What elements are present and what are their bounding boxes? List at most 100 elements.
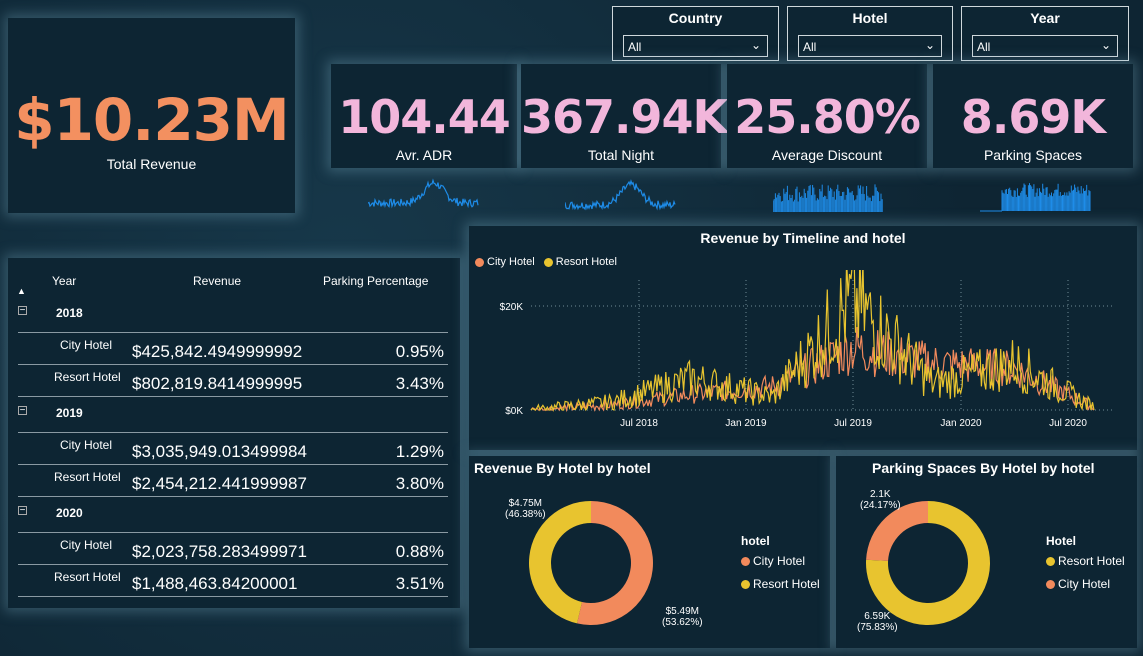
expand-collapse-icon[interactable]: − xyxy=(18,406,27,416)
parking-donut-panel: Parking Spaces By Hotel by hotel 2.1K (2… xyxy=(836,456,1137,648)
kpi-parking-value: 8.69K xyxy=(960,90,1106,144)
table-group-row[interactable]: −2020 xyxy=(18,498,448,530)
chevron-down-icon: ⌄ xyxy=(1100,38,1111,52)
revenue-donut-panel: Revenue By Hotel by hotel $4.75M (46.38%… xyxy=(469,456,830,648)
table-group-row[interactable]: −2018 xyxy=(18,298,448,330)
kpi-parking-label: Parking Spaces xyxy=(983,147,1083,163)
expand-collapse-icon[interactable]: − xyxy=(18,506,27,516)
sparkline-discount xyxy=(773,184,883,212)
parking-label-city: 2.1K (24.17%) xyxy=(860,489,901,511)
row-divider xyxy=(18,532,448,533)
legend-city-label[interactable]: City Hotel xyxy=(487,256,535,268)
kpi-discount-label: Average Discount xyxy=(771,147,883,163)
table-row[interactable]: Resort Hotel $802,819.8414999995 3.43% xyxy=(18,366,448,398)
revenue-label-resort-value: $4.75M xyxy=(508,498,542,509)
x-tick-label: Jul 2018 xyxy=(620,418,658,429)
series-line-city-hotel xyxy=(530,327,1095,413)
year-slicer[interactable]: Year All ⌄ xyxy=(961,6,1129,61)
revenue-legend-resort[interactable]: Resort Hotel xyxy=(753,577,820,591)
parking-label-resort-value: 6.59K xyxy=(864,611,891,622)
row-divider xyxy=(18,332,448,333)
legend-dot-city xyxy=(741,557,750,567)
parking-donut-title: Parking Spaces By Hotel by hotel xyxy=(872,460,1095,476)
legend-resort-label[interactable]: Resort Hotel xyxy=(556,256,617,268)
table-row[interactable]: City Hotel $3,035,949.013499984 1.29% xyxy=(18,434,448,466)
revenue-donut-title: Revenue By Hotel by hotel xyxy=(474,460,651,476)
row-divider xyxy=(18,364,448,365)
revenue-table-body: −2018 City Hotel $425,842.4949999992 0.95% R… xyxy=(8,258,460,608)
table-row[interactable]: City Hotel $2,023,758.283499971 0.88% xyxy=(18,534,448,566)
year-dropdown[interactable]: All ⌄ xyxy=(972,35,1118,57)
timeline-legend: City Hotel Resort Hotel xyxy=(475,256,617,268)
chevron-down-icon: ⌄ xyxy=(750,38,761,52)
revenue-donut-chart xyxy=(529,501,653,625)
x-tick-label: Jul 2019 xyxy=(834,418,872,429)
table-row[interactable]: City Hotel $425,842.4949999992 0.95% xyxy=(18,334,448,366)
expand-collapse-icon[interactable]: − xyxy=(18,306,27,316)
revenue-label-resort: $4.75M (46.38%) xyxy=(505,498,546,520)
row-divider xyxy=(18,396,448,397)
kpi-card-adr: 104.44 Avr. ADR xyxy=(331,64,517,168)
table-row[interactable]: Resort Hotel $1,488,463.84200001 3.51% xyxy=(18,566,448,598)
kpi-adr-label: Avr. ADR xyxy=(395,147,453,163)
timeline-chart: $20K $0K Jul 2018 Jan 2019 Jul 2019 Jan 2020 J… xyxy=(500,270,1114,429)
table-row[interactable]: Resort Hotel $2,454,212.441999987 3.80% xyxy=(18,466,448,498)
table-cell-hotel: Resort Hotel xyxy=(54,570,121,584)
legend-dot-resort xyxy=(741,580,750,590)
legend-dot-resort xyxy=(543,257,553,267)
kpi-discount-value: 25.80% xyxy=(734,90,921,144)
parking-donut-legend: Hotel Resort Hotel City Hotel xyxy=(1046,534,1125,591)
row-divider xyxy=(18,596,448,597)
legend-dot-city xyxy=(475,257,484,267)
country-slicer[interactable]: Country All ⌄ xyxy=(612,6,779,61)
kpi-card-parking: 8.69K Parking Spaces xyxy=(933,64,1133,168)
row-divider xyxy=(18,496,448,497)
kpi-card-nights: 367.94K Total Night xyxy=(521,64,728,168)
kpi-nights-label: Total Night xyxy=(587,147,655,163)
kpi-adr-value: 104.44 xyxy=(338,90,511,144)
parking-legend-resort[interactable]: Resort Hotel xyxy=(1058,554,1125,568)
kpi-nights-value: 367.94K xyxy=(521,90,728,144)
revenue-label-resort-pct: (46.38%) xyxy=(505,509,546,520)
row-divider xyxy=(18,432,448,433)
row-divider xyxy=(18,464,448,465)
revenue-donut-legend: hotel City Hotel Resort Hotel xyxy=(741,534,820,591)
parking-label-resort: 6.59K (75.83%) xyxy=(857,611,898,633)
year-slicer-title: Year xyxy=(1030,10,1060,26)
total-revenue-label: Total Revenue xyxy=(106,156,197,172)
table-group-row[interactable]: −2019 xyxy=(18,398,448,430)
sparkline-nights xyxy=(565,179,676,211)
country-dropdown[interactable]: All ⌄ xyxy=(623,35,768,57)
table-cell-parking: 3.51% xyxy=(395,574,444,593)
parking-legend-city[interactable]: City Hotel xyxy=(1058,577,1110,591)
hotel-slicer[interactable]: Hotel All ⌄ xyxy=(787,6,953,61)
sparkline-adr xyxy=(368,178,479,209)
country-dropdown-value: All xyxy=(628,40,642,54)
parking-label-city-value: 2.1K xyxy=(870,489,891,500)
revenue-legend-city[interactable]: City Hotel xyxy=(753,554,805,568)
revenue-label-city: $5.49M (53.62%) xyxy=(662,606,703,628)
sparkline-parking xyxy=(980,183,1091,212)
hotel-slicer-title: Hotel xyxy=(852,10,888,26)
timeline-title: Revenue by Timeline and hotel xyxy=(700,230,906,246)
year-dropdown-value: All xyxy=(977,40,991,54)
y-tick-label: $20K xyxy=(500,302,524,313)
revenue-label-city-pct: (53.62%) xyxy=(662,617,703,628)
total-revenue-card: $10.23M Total Revenue xyxy=(8,18,295,213)
parking-label-resort-pct: (75.83%) xyxy=(857,622,898,633)
hotel-dropdown-value: All xyxy=(803,40,817,54)
legend-dot-city xyxy=(1046,580,1055,590)
revenue-legend-title: hotel xyxy=(741,534,770,548)
legend-dot-resort xyxy=(1046,557,1055,567)
x-tick-label: Jan 2020 xyxy=(940,418,982,429)
y-tick-label: $0K xyxy=(505,406,523,417)
hotel-dropdown[interactable]: All ⌄ xyxy=(798,35,942,57)
parking-legend-title: Hotel xyxy=(1046,534,1076,548)
total-revenue-value: $10.23M xyxy=(14,86,290,154)
table-cell-revenue: $1,488,463.84200001 xyxy=(132,574,298,593)
x-tick-label: Jul 2020 xyxy=(1049,418,1087,429)
series-line-resort-hotel xyxy=(530,270,1095,412)
timeline-chart-panel: Revenue by Timeline and hotel City Hotel… xyxy=(469,226,1137,450)
country-slicer-title: Country xyxy=(668,10,723,26)
kpi-card-discount: 25.80% Average Discount xyxy=(727,64,927,168)
